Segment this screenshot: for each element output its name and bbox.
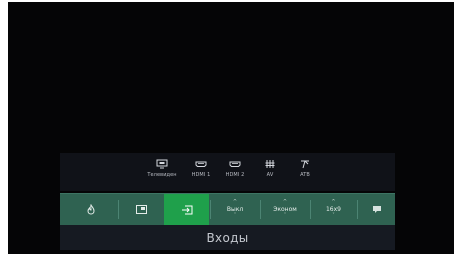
power-button[interactable] [66, 194, 116, 225]
flame-icon [87, 204, 95, 215]
source-label: HDMI 1 [191, 172, 211, 178]
source-label: ATB [300, 172, 310, 178]
energy-mode-option[interactable]: ^ Эконом ˇ [261, 194, 309, 225]
separator [118, 200, 119, 219]
source-tv[interactable]: Телевиден [142, 159, 182, 189]
source-label: AV [266, 172, 274, 178]
pip-button[interactable] [120, 194, 162, 225]
input-icon [181, 205, 192, 214]
menu-title: Входы [206, 230, 249, 245]
source-list: Телевиден HDMI 1 HDMI 2 AV ATB [60, 153, 395, 191]
source-atv[interactable]: ATB [285, 159, 325, 189]
tv-icon [156, 159, 168, 169]
av-icon [265, 160, 275, 168]
source-label: Телевиден [147, 172, 177, 178]
source-hdmi-2[interactable]: HDMI 2 [215, 159, 255, 189]
sleep-timer-option[interactable]: ^ Выкл ˇ [211, 194, 259, 225]
input-button[interactable] [164, 194, 209, 225]
hdmi-icon [195, 161, 207, 167]
quick-settings-bar: ^ Выкл ˇ ^ Эконом ˇ ^ 16x9 ˇ [60, 193, 395, 225]
chat-button[interactable] [358, 194, 395, 225]
source-av[interactable]: AV [250, 159, 290, 189]
menu-title-bar: Входы [60, 225, 395, 250]
chevron-down-icon: ˇ [332, 213, 335, 219]
source-label: HDMI 2 [225, 172, 245, 178]
chevron-down-icon: ˇ [283, 213, 287, 219]
antenna-icon [301, 160, 309, 169]
aspect-ratio-option[interactable]: ^ 16x9 ˇ [311, 194, 356, 225]
chevron-down-icon: ˇ [233, 213, 237, 219]
picture-in-picture-icon [135, 205, 147, 214]
hdmi-icon [229, 161, 241, 167]
chat-icon [372, 206, 381, 213]
